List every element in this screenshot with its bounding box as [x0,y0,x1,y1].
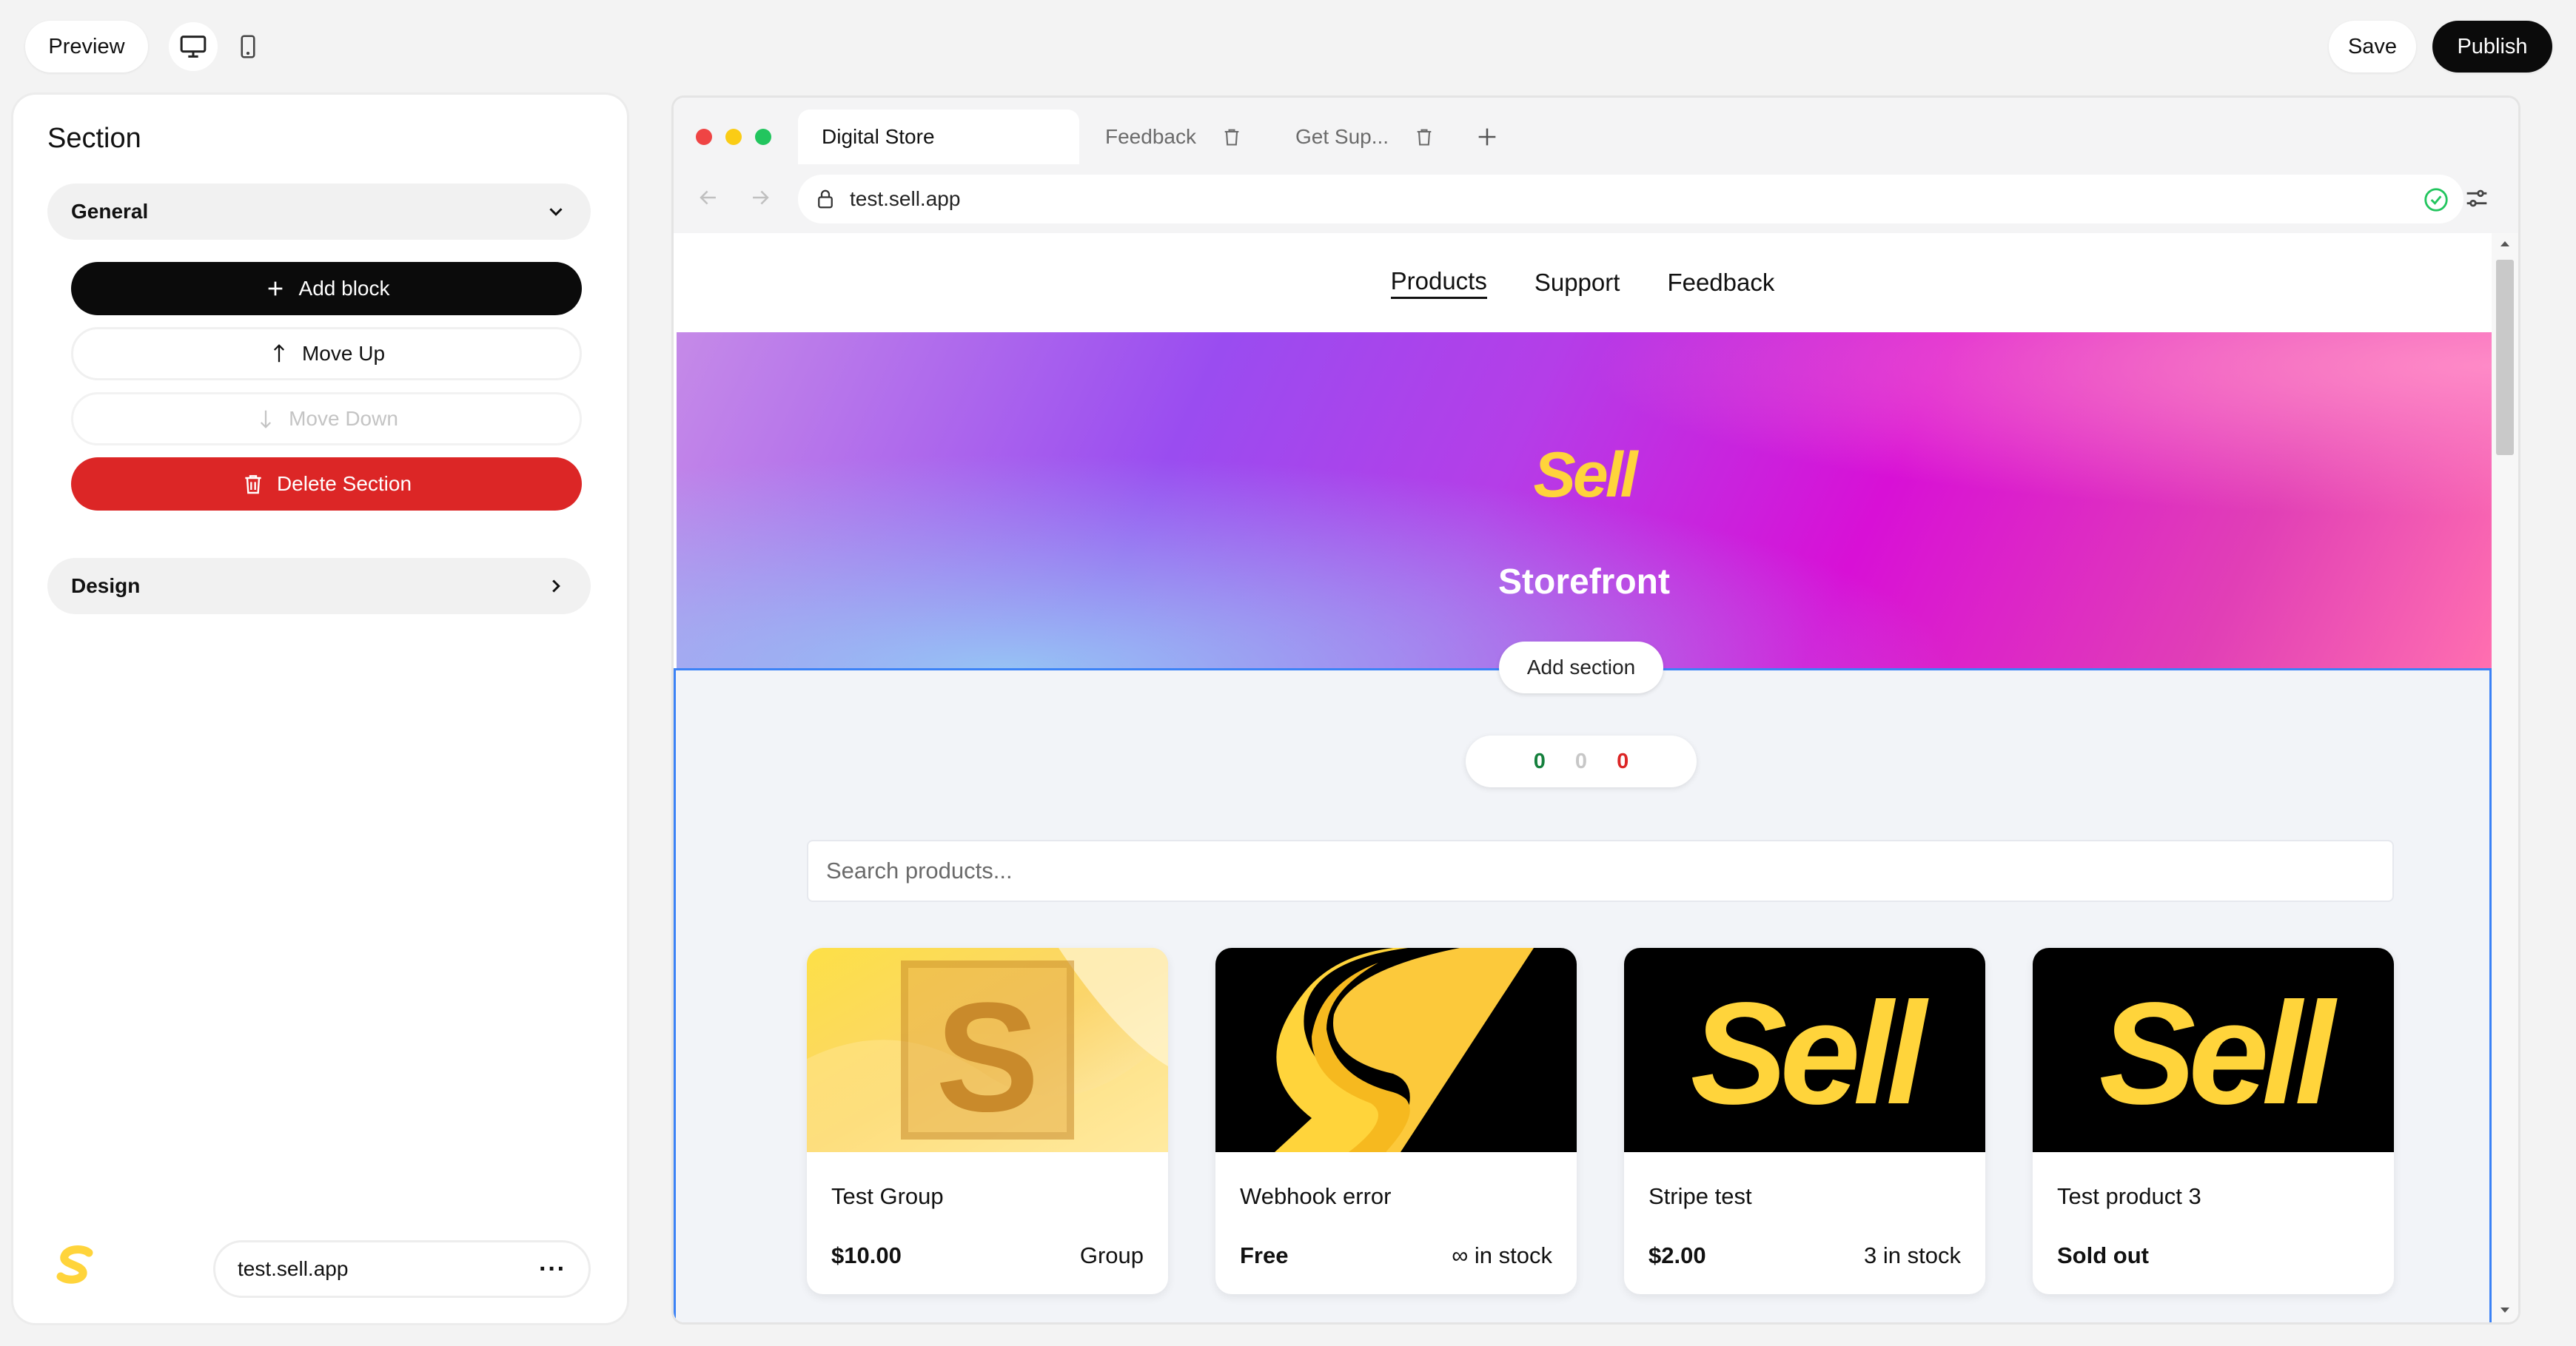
move-down-label: Move Down [289,407,398,430]
store-domain-label: test.sell.app [238,1257,349,1280]
new-tab-plus-icon[interactable] [1475,124,1500,149]
hero-banner: Sell Storefront [677,332,2492,670]
add-block-button[interactable]: Add block [71,262,582,315]
store-nav: Products Support Feedback [674,233,2492,332]
svg-text:Sell: Sell [1691,972,1929,1134]
back-arrow-icon[interactable] [696,185,721,210]
nav-link-feedback[interactable]: Feedback [1667,269,1774,297]
lock-icon [818,189,833,209]
product-name: Webhook error [1240,1183,1392,1209]
chevron-down-icon [549,208,563,216]
url-text: test.sell.app [850,187,961,210]
product-image: S [807,948,1168,1152]
sliders-icon[interactable] [2462,184,2492,213]
editor-topbar: Preview Save Publish [0,0,2576,92]
minimize-window-dot[interactable] [725,129,742,145]
sell-logo: Sell [1534,443,1643,510]
forward-arrow-icon[interactable] [748,185,773,210]
preview-scrollbar[interactable] [2492,233,2518,1322]
scrollbar-thumb[interactable] [2496,260,2514,455]
browser-chrome: Digital Store Feedback Get Sup... test.s… [674,98,2518,233]
product-price: $2.00 [1648,1242,1706,1268]
negative-count: 0 [1617,749,1629,773]
product-card-test-product-3[interactable]: Sell Test product 3 Sold out [2033,948,2394,1294]
positive-count: 0 [1533,749,1546,773]
mobile-view-button[interactable] [224,22,272,71]
product-card-test-group[interactable]: S Test Group $10.00 Group [807,948,1168,1294]
move-up-button[interactable]: Move Up [71,327,582,380]
tab-label: Feedback [1105,125,1196,148]
save-button[interactable]: Save [2329,21,2416,73]
preview-button[interactable]: Preview [25,21,148,73]
store-preview-viewport: Products Support Feedback Sell Storefron… [674,233,2518,1322]
add-section-button[interactable]: Add section [1499,642,1663,693]
maximize-window-dot[interactable] [755,129,771,145]
product-image [1215,948,1577,1152]
product-search-input[interactable]: Search products... [807,840,2394,902]
check-circle-icon [2424,188,2448,212]
general-accordion[interactable]: General [47,184,591,240]
tab-get-support[interactable]: Get Sup... [1295,110,1435,164]
product-image: Sell [1624,948,1985,1152]
design-accordion[interactable]: Design [47,558,591,614]
scroll-up-icon[interactable] [2499,239,2511,248]
desktop-icon [180,36,207,58]
add-block-label: Add block [298,277,390,300]
product-image: Sell [2033,948,2394,1152]
arrow-down-icon [261,410,272,428]
product-name: Test product 3 [2057,1183,2201,1209]
plus-icon [268,281,282,296]
address-bar[interactable]: test.sell.app [798,175,2463,223]
chevron-right-icon [552,579,560,593]
tab-feedback[interactable]: Feedback [1105,110,1242,164]
desktop-view-button[interactable] [169,22,218,71]
sidebar-title: Section [47,123,141,154]
svg-text:S: S [936,970,1039,1144]
trash-icon [245,475,261,494]
feedback-counter: 0 0 0 [1466,736,1697,787]
product-price: Free [1240,1242,1289,1268]
svg-text:Sell: Sell [1534,443,1640,510]
sell-logo-icon [56,1245,95,1292]
close-window-dot[interactable] [696,129,712,145]
trash-icon[interactable] [1414,126,1435,148]
nav-link-support[interactable]: Support [1534,269,1620,297]
delete-section-button[interactable]: Delete Section [71,457,582,511]
tab-label: Get Sup... [1295,125,1389,148]
trash-icon[interactable] [1221,126,1242,148]
mobile-icon [241,35,255,58]
tab-label: Digital Store [822,125,935,148]
store-domain-selector[interactable]: test.sell.app ··· [213,1240,591,1298]
tab-digital-store[interactable]: Digital Store [798,110,1079,164]
design-accordion-label: Design [71,574,141,597]
product-price: Sold out [2057,1242,2149,1268]
product-stock: Group [1079,1242,1144,1268]
product-card-webhook-error[interactable]: Webhook error Free ∞ in stock [1215,948,1577,1294]
nav-link-products[interactable]: Products [1390,267,1487,299]
preview-browser-window: Digital Store Feedback Get Sup... test.s… [674,98,2518,1322]
scroll-down-icon[interactable] [2499,1306,2511,1315]
arrow-up-icon [273,344,285,363]
hero-title: Storefront [1498,562,1670,602]
product-price: $10.00 [831,1242,902,1268]
general-accordion-label: General [71,200,149,223]
product-name: Stripe test [1648,1183,1752,1209]
more-options-icon[interactable]: ··· [539,1255,566,1284]
neutral-count: 0 [1574,749,1588,773]
move-down-button: Move Down [71,392,582,445]
publish-button[interactable]: Publish [2432,21,2552,73]
product-stock: ∞ in stock [1452,1242,1552,1268]
move-up-label: Move Up [301,342,386,365]
product-stock: 3 in stock [1864,1242,1961,1268]
delete-section-label: Delete Section [276,472,412,495]
svg-text:Sell: Sell [2099,972,2338,1134]
product-name: Test Group [831,1183,944,1209]
section-sidebar: Section General Add block Move Up Move D… [13,95,627,1323]
product-card-stripe-test[interactable]: Sell Stripe test $2.00 3 in stock [1624,948,1985,1294]
